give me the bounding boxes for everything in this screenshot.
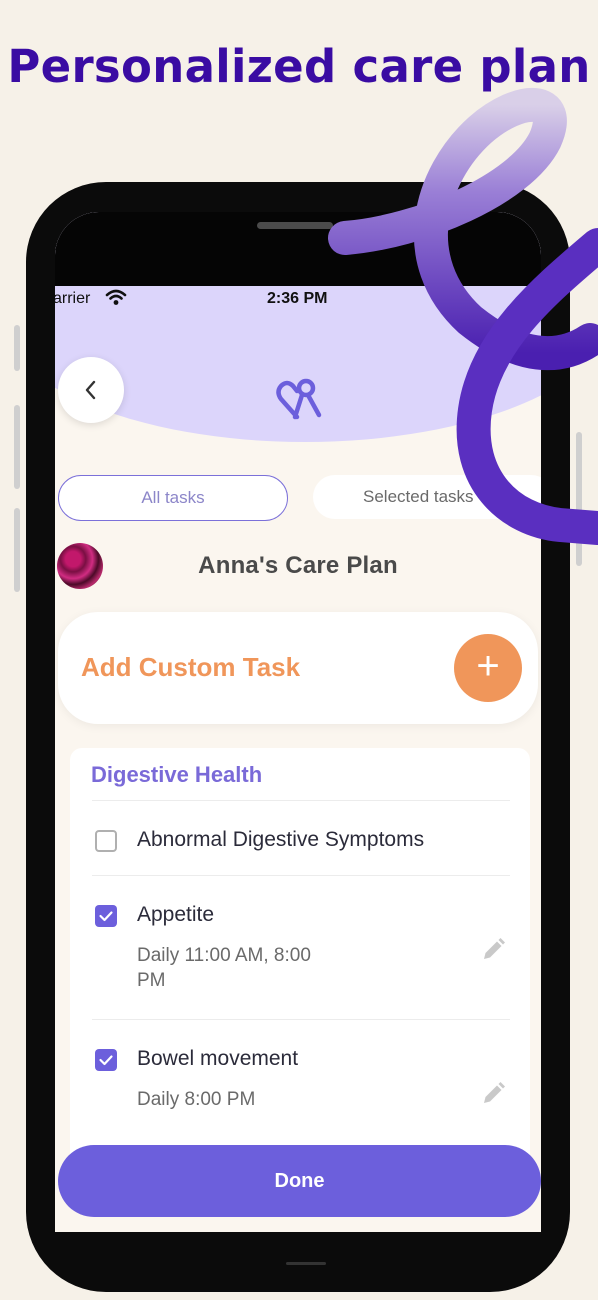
task-section-card: Digestive Health Abnormal Digestive Symp… bbox=[70, 748, 530, 1168]
pencil-icon[interactable] bbox=[480, 1081, 506, 1107]
phone-power-button bbox=[576, 432, 582, 566]
phone-volume-down-button bbox=[14, 508, 20, 592]
status-bar: arrier 2:36 PM bbox=[55, 286, 541, 312]
tab-all-tasks[interactable]: All tasks bbox=[58, 475, 288, 521]
checkmark-icon bbox=[99, 1055, 113, 1066]
task-name: Bowel movement bbox=[137, 1047, 299, 1070]
done-button[interactable]: Done bbox=[58, 1145, 541, 1217]
back-button[interactable] bbox=[58, 357, 124, 423]
task-schedule: Daily 8:00 PM bbox=[137, 1089, 256, 1110]
divider bbox=[92, 875, 510, 876]
headline: Personalized care plan bbox=[7, 40, 591, 93]
task-checkbox[interactable] bbox=[95, 830, 117, 852]
task-name: Abnormal Digestive Symptoms bbox=[137, 828, 425, 851]
task-checkbox[interactable] bbox=[95, 1049, 117, 1071]
tab-selected-tasks[interactable]: Selected tasks bbox=[313, 475, 541, 519]
carrier-label: arrier bbox=[55, 290, 91, 307]
notch-area bbox=[55, 212, 541, 286]
wifi-icon bbox=[105, 289, 127, 305]
add-task-button[interactable]: + bbox=[454, 634, 522, 702]
phone-silent-switch bbox=[14, 325, 20, 371]
divider bbox=[92, 800, 510, 801]
phone-screen: arrier 2:36 PM All tasks Selected tasks … bbox=[55, 212, 541, 1232]
pencil-icon[interactable] bbox=[480, 937, 506, 963]
page-title: Anna's Care Plan bbox=[198, 552, 398, 579]
task-checkbox[interactable] bbox=[95, 905, 117, 927]
status-time: 2:36 PM bbox=[267, 290, 328, 307]
task-name: Appetite bbox=[137, 903, 215, 926]
chevron-left-icon bbox=[85, 380, 96, 400]
heart-figure-logo-icon bbox=[276, 378, 322, 420]
checkmark-icon bbox=[99, 911, 113, 922]
home-indicator bbox=[286, 1262, 326, 1265]
section-title: Digestive Health bbox=[91, 762, 263, 787]
task-filter-tabs: All tasks Selected tasks bbox=[55, 475, 541, 521]
divider bbox=[92, 1019, 510, 1020]
speaker-grille bbox=[257, 222, 333, 229]
add-custom-task-label: Add Custom Task bbox=[81, 652, 301, 682]
add-custom-task-card[interactable]: Add Custom Task + bbox=[58, 612, 538, 724]
task-schedule: Daily 11:00 AM, 8:00 PM bbox=[137, 945, 311, 991]
phone-volume-up-button bbox=[14, 405, 20, 489]
